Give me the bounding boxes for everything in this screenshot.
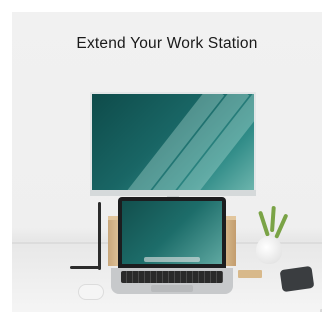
plant-leaf (274, 213, 289, 239)
external-drive (279, 265, 315, 293)
laptop-base (111, 268, 233, 294)
keyboard (121, 271, 223, 283)
vase (256, 236, 282, 264)
plant-leaf (258, 210, 270, 237)
wooden-tray (238, 270, 262, 278)
external-monitor (90, 92, 256, 196)
plant-leaf (270, 205, 276, 233)
hdmi-cable-end (70, 266, 100, 269)
headline: Extend Your Work Station (76, 35, 258, 52)
laptop (118, 197, 226, 269)
laptop-screen (122, 201, 222, 264)
hdmi-cable (98, 202, 101, 270)
monitor-screen (92, 94, 254, 190)
wireless-mouse (78, 284, 104, 300)
dock (144, 257, 200, 262)
usb-adapter (320, 309, 322, 312)
product-photo: Extend Your Work Station (12, 12, 322, 312)
trackpad (151, 285, 193, 292)
